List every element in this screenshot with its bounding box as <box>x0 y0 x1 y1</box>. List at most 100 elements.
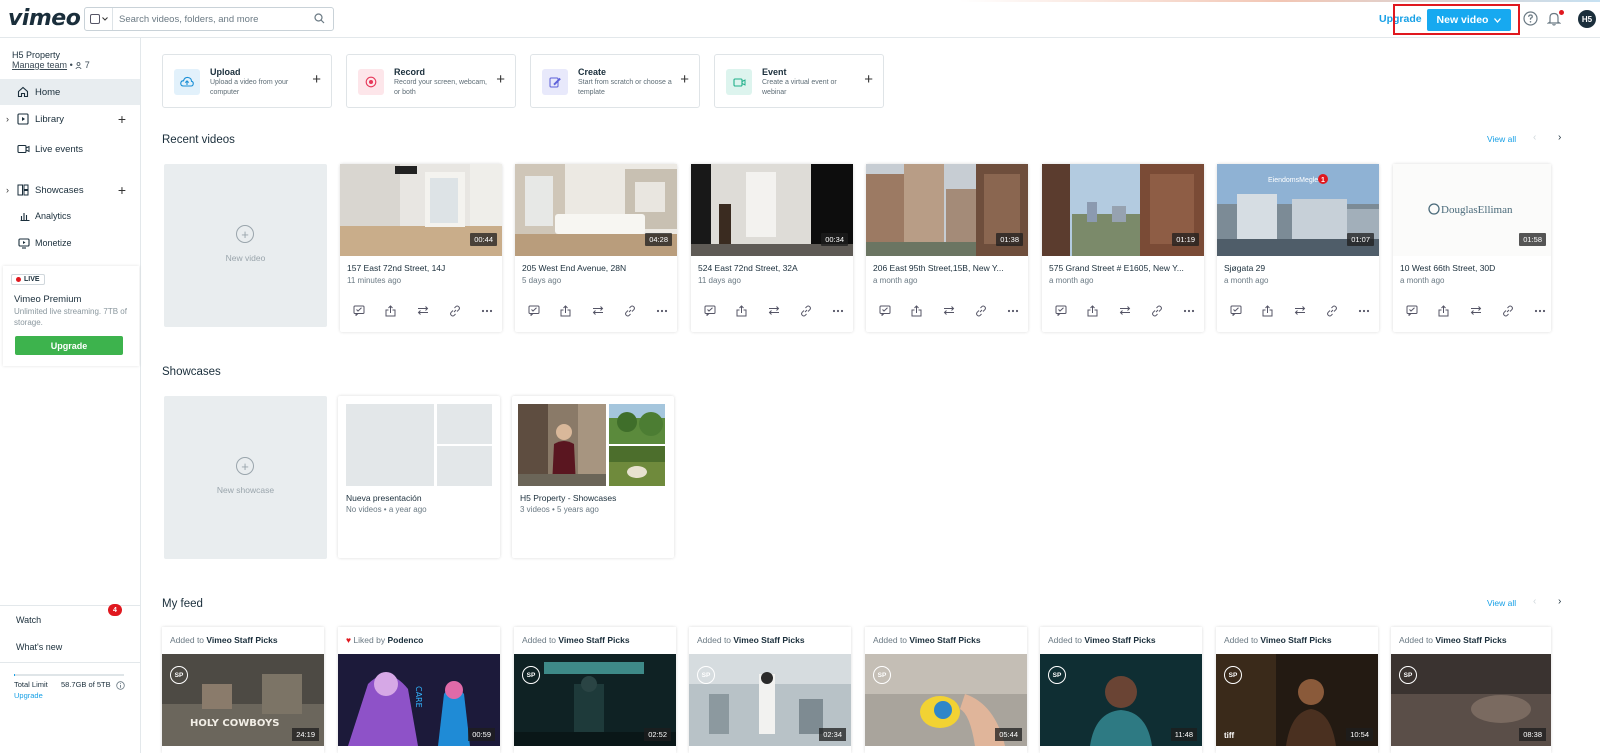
transfer-icon[interactable] <box>768 305 780 316</box>
video-card[interactable]: 04:28 205 West End Avenue, 28N 5 days ag… <box>515 164 677 332</box>
feed-card[interactable]: Added to Vimeo Staff Picks SP 02:52 <box>514 627 676 753</box>
feed-thumbnail[interactable]: SP 05:44 <box>865 654 1027 746</box>
feed-thumbnail[interactable]: CARE 00:59 <box>338 654 500 746</box>
video-card[interactable]: DouglasElliman 01:58 10 West 66th Street… <box>1393 164 1551 332</box>
recent-view-all-link[interactable]: View all <box>1487 134 1516 144</box>
link-icon[interactable] <box>975 305 987 317</box>
sidebar-item-monetize[interactable]: Monetize <box>0 233 140 253</box>
share-icon[interactable] <box>560 305 571 317</box>
previous-page-icon[interactable]: ‹ <box>1533 596 1536 607</box>
video-title[interactable]: 157 East 72nd Street, 14J <box>347 263 497 273</box>
upload-card[interactable]: Upload Upload a video from your computer… <box>162 54 332 108</box>
new-video-button[interactable]: New video <box>1427 9 1511 31</box>
more-options-icon[interactable] <box>481 309 493 313</box>
create-card[interactable]: Create Start from scratch or choose a te… <box>530 54 700 108</box>
next-page-icon[interactable]: › <box>1558 132 1561 143</box>
vimeo-logo[interactable]: vimeo <box>8 6 81 31</box>
sidebar-item-library[interactable]: › Library + <box>0 106 140 132</box>
transfer-icon[interactable] <box>1119 305 1131 316</box>
link-icon[interactable] <box>1326 305 1338 317</box>
review-icon[interactable] <box>353 305 365 316</box>
add-library-icon[interactable]: + <box>118 111 126 127</box>
more-options-icon[interactable] <box>1534 309 1546 313</box>
sidebar-item-whats-new[interactable]: What's new <box>16 642 62 652</box>
showcase-title[interactable]: H5 Property - Showcases <box>520 493 616 503</box>
feed-thumbnail[interactable]: SP 08:38 <box>1391 654 1551 746</box>
link-icon[interactable] <box>449 305 461 317</box>
search-icon[interactable] <box>314 13 325 24</box>
premium-upgrade-button[interactable]: Upgrade <box>15 336 123 355</box>
sidebar-item-live-events[interactable]: Live events <box>0 136 140 162</box>
feed-source-link[interactable]: Vimeo Staff Picks <box>1435 635 1506 645</box>
feed-source-link[interactable]: Vimeo Staff Picks <box>909 635 980 645</box>
feed-thumbnail[interactable]: SP 02:52 <box>514 654 676 746</box>
manage-team-link[interactable]: Manage team <box>12 60 67 70</box>
feed-card[interactable]: Added to Vimeo Staff Picks HOLY COWBOYS … <box>162 627 324 753</box>
transfer-icon[interactable] <box>1294 305 1306 316</box>
video-card[interactable]: EiendomsMegler 1 01:07 Sjøgata 29 a mont… <box>1217 164 1379 332</box>
video-card[interactable]: 00:44 157 East 72nd Street, 14J 11 minut… <box>340 164 502 332</box>
feed-card[interactable]: Added to Vimeo Staff Picks SP 11:48 <box>1040 627 1202 753</box>
new-showcase-card[interactable]: + New showcase <box>164 396 327 559</box>
more-options-icon[interactable] <box>1007 309 1019 313</box>
add-showcase-icon[interactable]: + <box>118 182 126 198</box>
review-icon[interactable] <box>1406 305 1418 316</box>
showcase-card[interactable]: H5 Property - Showcases 3 videos • 5 yea… <box>512 396 674 558</box>
chevron-right-icon[interactable]: › <box>6 185 9 195</box>
feed-card[interactable]: Added to Vimeo Staff Picks SP 05:44 <box>865 627 1027 753</box>
sidebar-item-watch[interactable]: Watch <box>16 615 41 625</box>
feed-source-link[interactable]: Vimeo Staff Picks <box>733 635 804 645</box>
link-icon[interactable] <box>800 305 812 317</box>
video-card[interactable]: 00:34 524 East 72nd Street, 32A 11 days … <box>691 164 853 332</box>
sidebar-item-home[interactable]: Home <box>0 79 140 105</box>
previous-page-icon[interactable]: ‹ <box>1533 132 1536 143</box>
video-title[interactable]: 206 East 95th Street,15B, New Y... <box>873 263 1023 273</box>
showcase-card[interactable]: Nueva presentación No videos • a year ag… <box>338 396 500 558</box>
share-icon[interactable] <box>1262 305 1273 317</box>
feed-thumbnail[interactable]: SP 02:34 <box>689 654 851 746</box>
sidebar-item-showcases[interactable]: › Showcases + <box>0 177 140 203</box>
plus-icon[interactable]: + <box>312 71 321 88</box>
sidebar-item-analytics[interactable]: Analytics <box>0 206 140 226</box>
video-title[interactable]: Sjøgata 29 <box>1224 263 1374 273</box>
share-icon[interactable] <box>1087 305 1098 317</box>
plus-icon[interactable]: + <box>496 71 505 88</box>
review-icon[interactable] <box>528 305 540 316</box>
share-icon[interactable] <box>736 305 747 317</box>
chevron-right-icon[interactable]: › <box>6 114 9 124</box>
link-icon[interactable] <box>1502 305 1514 317</box>
feed-thumbnail[interactable]: HOLY COWBOYS SP 24:19 <box>162 654 324 746</box>
link-icon[interactable] <box>624 305 636 317</box>
plus-icon[interactable]: + <box>864 71 873 88</box>
search-input[interactable] <box>113 13 303 25</box>
transfer-icon[interactable] <box>1470 305 1482 316</box>
more-options-icon[interactable] <box>832 309 844 313</box>
next-page-icon[interactable]: › <box>1558 596 1561 607</box>
feed-view-all-link[interactable]: View all <box>1487 598 1516 608</box>
transfer-icon[interactable] <box>943 305 955 316</box>
share-icon[interactable] <box>385 305 396 317</box>
review-icon[interactable] <box>1230 305 1242 316</box>
feed-source-link[interactable]: Vimeo Staff Picks <box>1084 635 1155 645</box>
video-title[interactable]: 575 Grand Street # E1605, New Y... <box>1049 263 1199 273</box>
feed-card[interactable]: ♥ Liked by Podenco CARE 00:59 <box>338 627 500 753</box>
link-icon[interactable] <box>1151 305 1163 317</box>
review-icon[interactable] <box>879 305 891 316</box>
search-scope-dropdown[interactable] <box>85 8 113 30</box>
more-options-icon[interactable] <box>1358 309 1370 313</box>
video-card[interactable]: 01:38 206 East 95th Street,15B, New Y...… <box>866 164 1028 332</box>
feed-thumbnail[interactable]: tiff SP 10:54 <box>1216 654 1378 746</box>
help-icon[interactable] <box>1523 11 1538 26</box>
feed-card[interactable]: Added to Vimeo Staff Picks SP 02:34 <box>689 627 851 753</box>
record-card[interactable]: Record Record your screen, webcam, or bo… <box>346 54 516 108</box>
feed-source-link[interactable]: Podenco <box>387 635 423 645</box>
transfer-icon[interactable] <box>417 305 429 316</box>
new-video-card[interactable]: + New video <box>164 164 327 327</box>
video-title[interactable]: 10 West 66th Street, 30D <box>1400 263 1550 273</box>
share-icon[interactable] <box>911 305 922 317</box>
more-options-icon[interactable] <box>656 309 668 313</box>
share-icon[interactable] <box>1438 305 1449 317</box>
review-icon[interactable] <box>1055 305 1067 316</box>
transfer-icon[interactable] <box>592 305 604 316</box>
feed-source-link[interactable]: Vimeo Staff Picks <box>558 635 629 645</box>
